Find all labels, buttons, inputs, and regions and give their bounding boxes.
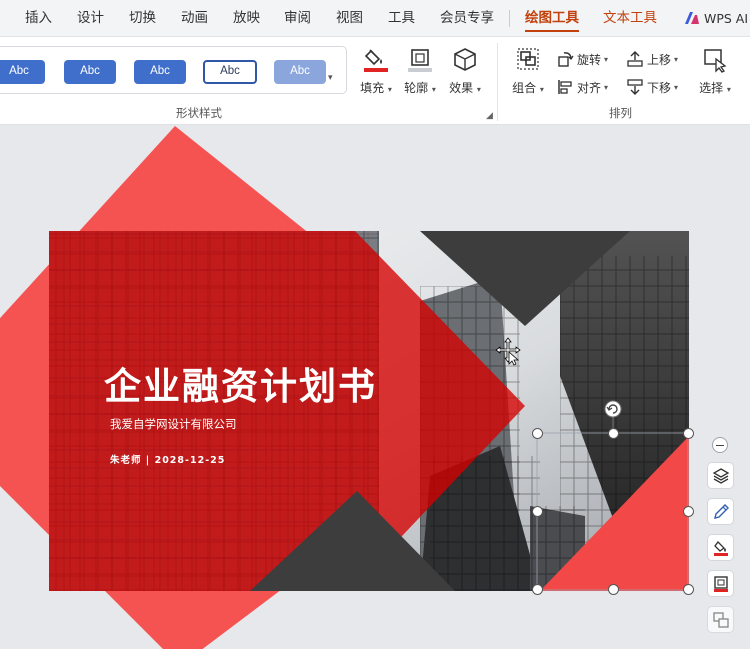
handle-middle-right[interactable] [683,506,694,517]
layers-icon [712,468,730,484]
menu-review[interactable]: 审阅 [284,0,311,36]
send-backward-button[interactable]: 下移 ▾ [626,76,678,98]
outline-button[interactable]: 轮廓 ▾ [398,45,442,99]
handle-top-right[interactable] [683,428,694,439]
bring-forward-icon [627,51,643,67]
wps-ai-icon [685,12,699,24]
format-brush-button[interactable] [707,498,734,525]
menu-insert[interactable]: 插入 [25,0,52,36]
send-backward-icon [627,79,643,95]
side-outline-button[interactable] [707,570,734,597]
tab-drawing-tools[interactable]: 绘图工具 [525,0,579,36]
outline-label: 轮廓 [404,81,429,95]
dialog-launcher-icon[interactable]: ◢ [486,111,493,121]
arrange-group-label: 排列 [609,106,632,120]
wps-ai-button[interactable]: WPS AI [684,0,748,36]
menu-slideshow[interactable]: 放映 [233,0,260,36]
menu-animation[interactable]: 动画 [181,0,208,36]
select-icon [704,49,727,73]
fill-button[interactable]: 填充 ▾ [354,45,398,99]
select-label: 选择 [699,81,724,95]
handle-bottom-right[interactable] [683,584,694,595]
fill-bucket-icon [364,49,388,72]
menu-bar: 插入 设计 切换 动画 放映 审阅 视图 工具 会员专享 绘图工具 文本工具 W… [0,0,750,37]
handle-bottom-left[interactable] [532,584,543,595]
layers-button[interactable] [707,462,734,489]
handle-top-left[interactable] [532,428,543,439]
wps-ai-label: WPS AI [704,10,749,26]
menu-member[interactable]: 会员专享 [440,0,494,36]
outline-icon [714,576,728,592]
ribbon-separator [497,43,498,121]
shape-styles-label: 形状样式 [176,106,222,120]
slide-title[interactable]: 企业融资计划书 [104,356,377,410]
outline-icon [408,49,432,72]
menu-tools[interactable]: 工具 [388,0,415,36]
rotate-handle[interactable] [604,400,622,418]
select-button[interactable]: 选择 ▾ [693,45,737,99]
slide-company-name[interactable]: 我爱自学网设计有限公司 [110,416,237,432]
slide-author-date[interactable]: 朱老师 | 2028-12-25 [110,452,225,466]
rotate-label: 旋转 [577,52,602,67]
arrange-icon [713,612,729,628]
fill-bucket-icon [714,541,728,556]
menu-separator [509,10,510,27]
bring-forward-button[interactable]: 上移 ▾ [626,48,678,70]
side-more-button[interactable] [707,606,734,633]
side-fill-button[interactable] [707,534,734,561]
group-icon [517,48,539,70]
style-swatch-2[interactable]: Abc [64,60,116,84]
style-swatch-1[interactable]: Abc [0,60,45,84]
rotate-icon [558,52,574,67]
handle-top-middle[interactable] [608,428,619,439]
handle-middle-left[interactable] [532,506,543,517]
menu-transition[interactable]: 切换 [129,0,156,36]
style-swatch-5[interactable]: Abc [274,60,326,84]
align-button[interactable]: 对齐 ▾ [556,76,608,98]
menu-view[interactable]: 视图 [336,0,363,36]
effect-cube-icon [454,48,476,71]
collapse-toolbar-button[interactable] [712,437,728,453]
pen-icon [714,504,729,519]
rotate-button[interactable]: 旋转 ▾ [556,48,608,70]
send-backward-label: 下移 [647,80,672,95]
tab-text-tools[interactable]: 文本工具 [603,0,657,36]
menu-design[interactable]: 设计 [77,0,104,36]
effect-button[interactable]: 效果 ▾ [443,45,487,99]
handle-bottom-middle[interactable] [608,584,619,595]
bring-forward-label: 上移 [647,52,672,67]
gallery-more-icon[interactable]: ▾ [328,73,333,83]
shape-style-gallery: Abc Abc Abc Abc Abc ▾ [0,46,347,94]
style-swatch-4[interactable]: Abc [203,60,257,84]
group-label: 组合 [512,81,537,95]
slide-canvas: 企业融资计划书 我爱自学网设计有限公司 朱老师 | 2028-12-25 [0,126,750,649]
ribbon: Abc Abc Abc Abc Abc ▾ 形状样式 填充 ▾ 轮廓 ▾ 效果 … [0,37,750,125]
align-label: 对齐 [577,80,602,95]
align-icon [558,80,572,94]
fill-label: 填充 [360,81,385,95]
effect-label: 效果 [449,81,474,95]
group-button[interactable]: 组合 ▾ [506,45,550,99]
style-swatch-3[interactable]: Abc [134,60,186,84]
